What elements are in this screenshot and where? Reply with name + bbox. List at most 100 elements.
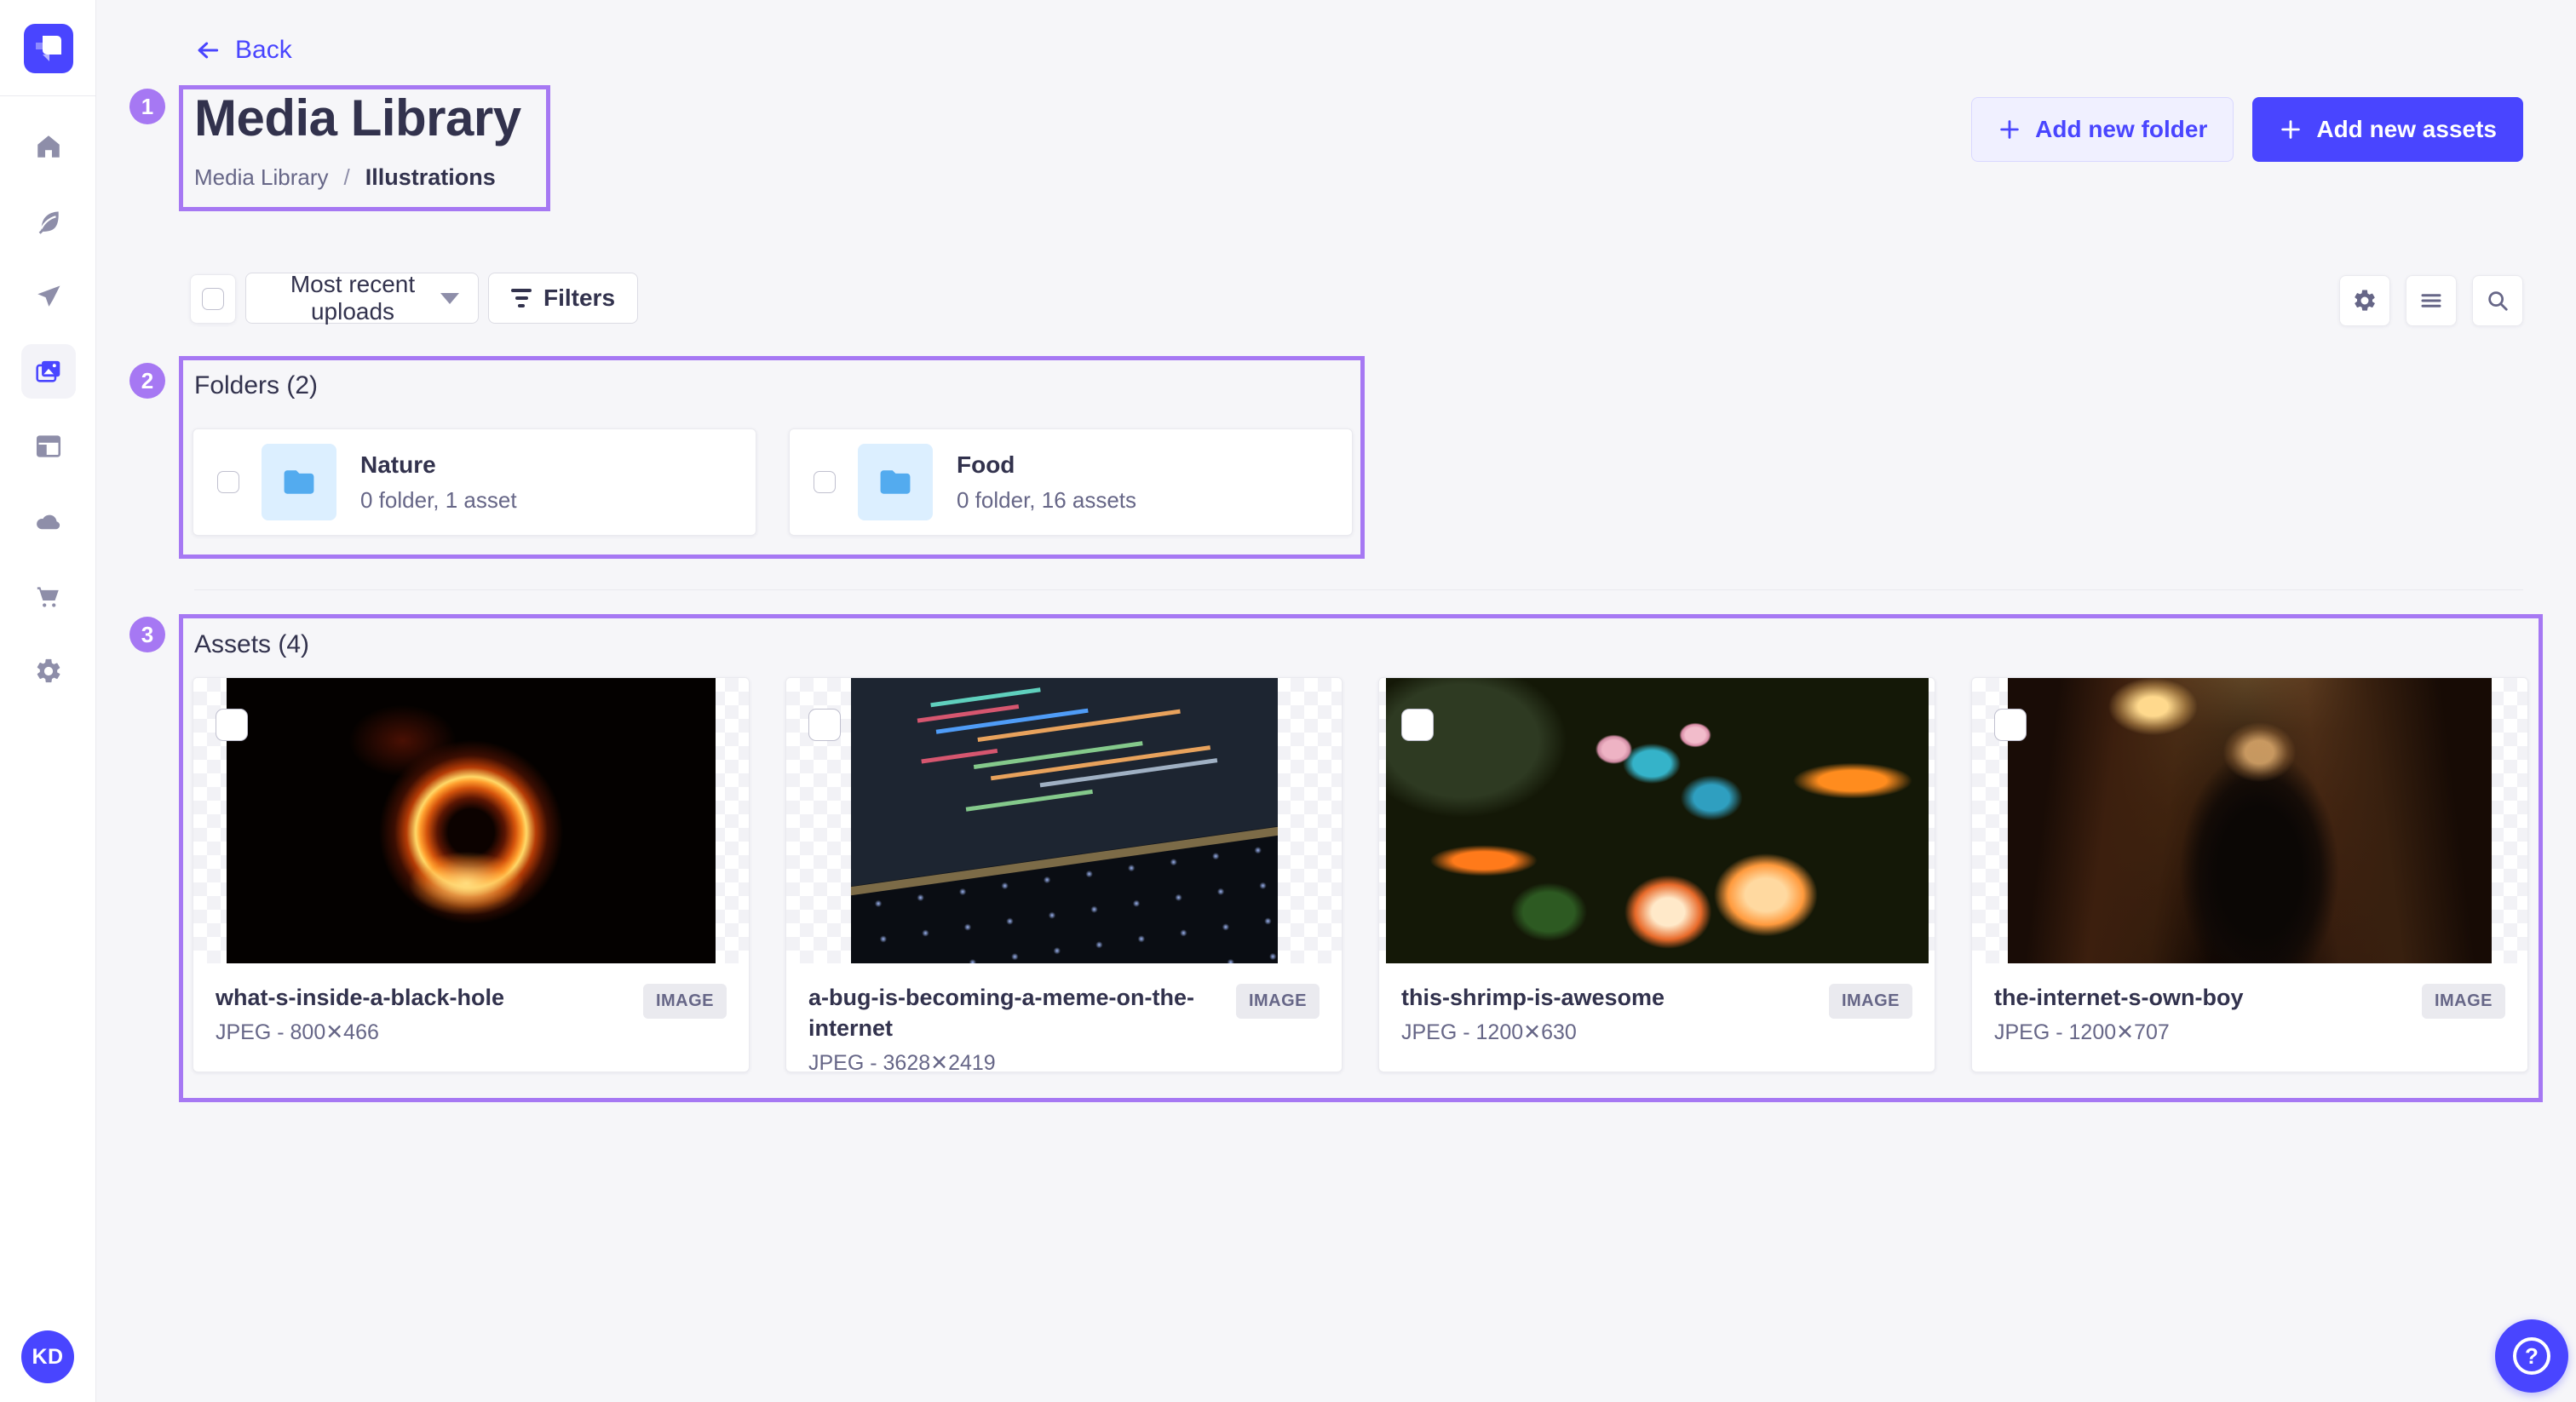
view-settings-button[interactable]	[2339, 275, 2390, 326]
annotation-badge-3: 3	[129, 617, 165, 652]
question-mark-icon: ?	[2513, 1337, 2550, 1375]
breadcrumb-root[interactable]: Media Library	[194, 164, 329, 191]
add-new-folder-button[interactable]: Add new folder	[1971, 97, 2234, 162]
folder-icon	[280, 463, 318, 501]
plus-icon	[2279, 118, 2303, 141]
asset-image-code-laptop	[851, 678, 1278, 963]
folder-name: Nature	[360, 451, 517, 479]
asset-thumbnail	[1379, 678, 1935, 963]
sidebar-item-content-type-builder[interactable]	[21, 419, 76, 474]
asset-image-shrimp	[1386, 678, 1929, 963]
asset-checkbox[interactable]	[216, 709, 248, 741]
asset-name: what-s-inside-a-black-hole	[216, 982, 504, 1013]
folder-checkbox[interactable]	[814, 471, 836, 493]
back-link[interactable]: Back	[194, 36, 292, 65]
assets-list: what-s-inside-a-black-hole JPEG - 800✕46…	[193, 677, 2528, 1072]
sidebar-item-releases[interactable]	[21, 269, 76, 324]
media-library-icon	[34, 357, 63, 386]
header-actions: Add new folder Add new assets	[1971, 97, 2523, 162]
sidebar-nav	[0, 119, 96, 719]
sidebar-item-marketplace[interactable]	[21, 569, 76, 623]
checkbox	[202, 288, 224, 310]
asset-checkbox[interactable]	[808, 709, 841, 741]
sidebar-item-deploy[interactable]	[21, 494, 76, 549]
sidebar-item-settings[interactable]	[21, 644, 76, 698]
asset-text: a-bug-is-becoming-a-meme-on-the-internet…	[808, 982, 1219, 1072]
chevron-down-icon	[440, 293, 459, 304]
home-icon	[34, 132, 63, 161]
asset-image-black-hole	[227, 678, 716, 963]
settings-icon	[2352, 288, 2378, 313]
list-icon	[2418, 288, 2444, 313]
asset-card-internet-own-boy[interactable]: the-internet-s-own-boy JPEG - 1200✕707 I…	[1971, 677, 2528, 1072]
asset-type-badge: IMAGE	[1829, 984, 1912, 1019]
search-icon	[2485, 288, 2510, 313]
asset-meta: JPEG - 1200✕630	[1401, 1020, 1665, 1045]
asset-thumbnail	[1972, 678, 2527, 963]
asset-card-black-hole[interactable]: what-s-inside-a-black-hole JPEG - 800✕46…	[193, 677, 750, 1072]
folder-card-food[interactable]: Food 0 folder, 16 assets	[789, 428, 1353, 536]
asset-card-shrimp[interactable]: this-shrimp-is-awesome JPEG - 1200✕630 I…	[1378, 677, 1935, 1072]
strapi-logo[interactable]	[24, 24, 73, 73]
breadcrumb-current: Illustrations	[365, 164, 496, 191]
filter-icon	[511, 289, 532, 307]
breadcrumb: Media Library / Illustrations	[194, 164, 496, 191]
add-new-assets-button[interactable]: Add new assets	[2252, 97, 2523, 162]
assets-heading: Assets (4)	[194, 630, 309, 659]
filters-button[interactable]: Filters	[488, 273, 638, 324]
sidebar-item-home[interactable]	[21, 119, 76, 174]
folder-tile	[858, 444, 933, 520]
sidebar-item-media-library[interactable]	[21, 344, 76, 399]
asset-thumbnail	[786, 678, 1342, 963]
help-button[interactable]: ?	[2495, 1319, 2568, 1393]
sort-dropdown-value: Most recent uploads	[265, 271, 440, 325]
folder-checkbox[interactable]	[217, 471, 239, 493]
avatar[interactable]: KD	[21, 1330, 74, 1383]
sidebar: KD	[0, 0, 96, 1402]
breadcrumb-separator: /	[344, 164, 350, 191]
avatar-initials: KD	[32, 1345, 63, 1370]
asset-name: a-bug-is-becoming-a-meme-on-the-internet	[808, 982, 1219, 1043]
search-button[interactable]	[2472, 275, 2523, 326]
add-new-assets-label: Add new assets	[2316, 116, 2497, 143]
asset-info: the-internet-s-own-boy JPEG - 1200✕707 I…	[1972, 963, 2527, 1045]
folder-meta: 0 folder, 1 asset	[360, 487, 517, 514]
folder-text: Food 0 folder, 16 assets	[957, 451, 1136, 514]
folders-heading: Folders (2)	[194, 371, 318, 400]
toolbar: Most recent uploads Filters	[96, 273, 2576, 325]
asset-meta: JPEG - 800✕466	[216, 1020, 504, 1045]
list-view-button[interactable]	[2406, 275, 2457, 326]
folder-icon	[877, 463, 914, 501]
back-label: Back	[235, 36, 292, 65]
select-all-checkbox[interactable]	[190, 274, 236, 324]
asset-text: what-s-inside-a-black-hole JPEG - 800✕46…	[216, 982, 504, 1045]
cart-icon	[34, 582, 63, 611]
folder-meta: 0 folder, 16 assets	[957, 487, 1136, 514]
asset-meta: JPEG - 1200✕707	[1994, 1020, 2243, 1045]
section-divider	[194, 589, 2523, 590]
folder-tile	[262, 444, 336, 520]
asset-text: the-internet-s-own-boy JPEG - 1200✕707	[1994, 982, 2243, 1045]
sort-dropdown[interactable]: Most recent uploads	[245, 273, 479, 324]
folder-card-nature[interactable]: Nature 0 folder, 1 asset	[193, 428, 756, 536]
asset-type-badge: IMAGE	[643, 984, 727, 1019]
asset-text: this-shrimp-is-awesome JPEG - 1200✕630	[1401, 982, 1665, 1045]
sidebar-divider	[0, 95, 95, 96]
layout-icon	[34, 432, 63, 461]
asset-image-library-portrait	[2008, 678, 2492, 963]
asset-checkbox[interactable]	[1994, 709, 2027, 741]
folders-list: Nature 0 folder, 1 asset Food 0 folder, …	[193, 428, 1353, 536]
strapi-logo-icon	[24, 24, 73, 73]
cloud-icon	[34, 507, 63, 536]
back-arrow-icon	[194, 37, 221, 64]
annotation-badge-2: 2	[129, 363, 165, 399]
main-content: Back 1 Media Library Media Library / Ill…	[96, 0, 2576, 1402]
asset-type-badge: IMAGE	[2422, 984, 2505, 1019]
asset-checkbox[interactable]	[1401, 709, 1434, 741]
toolbar-view-options	[2339, 275, 2523, 326]
asset-info: this-shrimp-is-awesome JPEG - 1200✕630 I…	[1379, 963, 1935, 1045]
sidebar-item-content-manager[interactable]	[21, 194, 76, 249]
add-new-folder-label: Add new folder	[2035, 116, 2207, 143]
asset-card-bug-meme[interactable]: a-bug-is-becoming-a-meme-on-the-internet…	[785, 677, 1343, 1072]
app-root: KD Back 1 Media Library Media Library / …	[0, 0, 2576, 1402]
